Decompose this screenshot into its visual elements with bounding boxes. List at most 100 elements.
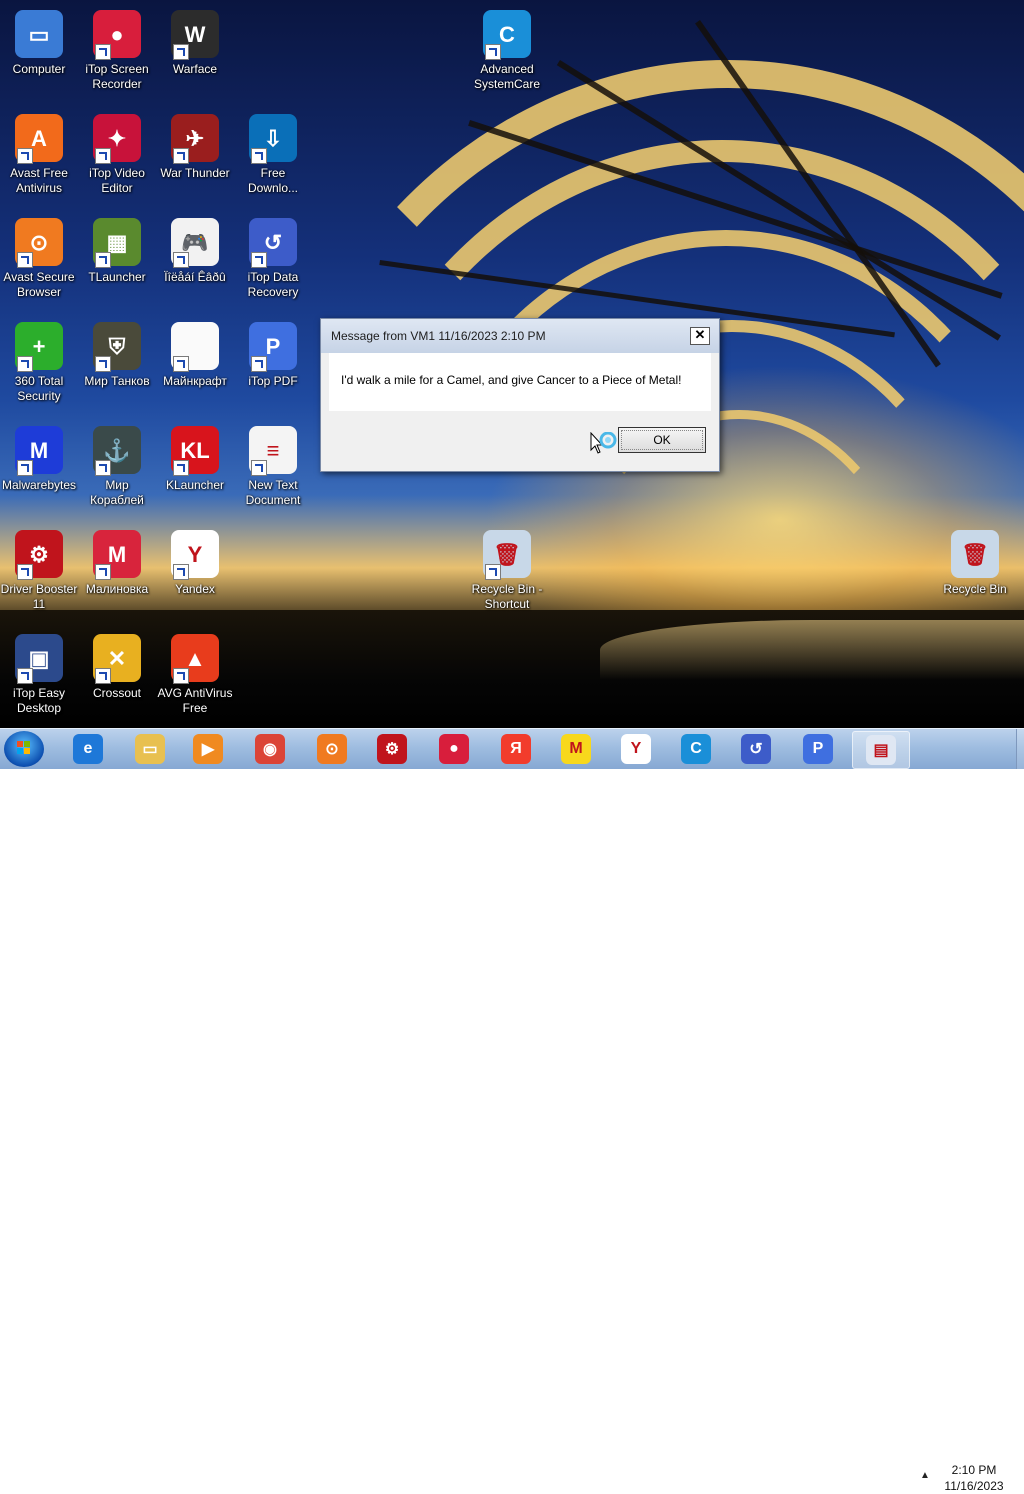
desktop-icon[interactable]: ● iTop Screen Recorder (78, 10, 156, 92)
desktop-icon-label: Computer (12, 62, 66, 76)
desktop-icon[interactable]: ▭ Computer (0, 10, 78, 77)
desktop-icon[interactable]: M Malwarebytes (0, 426, 78, 493)
busy-cursor-icon (590, 432, 617, 454)
internet-explorer-icon: e (73, 734, 103, 764)
shortcut-arrow-icon (95, 564, 111, 580)
itop-screen-recorder-taskbar-icon: ● (439, 734, 469, 764)
itop-pdf-icon: P (249, 322, 297, 372)
start-button[interactable] (4, 731, 44, 767)
desktop-icon[interactable]: PiTop PDF (234, 322, 312, 389)
message-dialog: Message from VM1 11/16/2023 2:10 PM ✕ I'… (320, 318, 720, 472)
desktop-icon[interactable]: Y Yandex (156, 530, 234, 597)
desktop-icon-label: iTop Data Recovery (247, 270, 299, 299)
desktop-icon[interactable]: ↺ iTop Data Recovery (234, 218, 312, 300)
shortcut-arrow-icon (95, 252, 111, 268)
desktop-icon[interactable]: ✈ War Thunder (156, 114, 234, 181)
taskbar-button[interactable]: ▭ (128, 731, 172, 767)
desktop-icon[interactable]: W Warface (156, 10, 234, 77)
taskbar-button[interactable]: C (674, 731, 718, 767)
dialog-body: I'd walk a mile for a Camel, and give Ca… (329, 353, 711, 411)
show-desktop-button[interactable] (1016, 729, 1024, 769)
dialog-message: I'd walk a mile for a Camel, and give Ca… (341, 373, 682, 387)
desktop-icon[interactable]: ▣ iTop Easy Desktop (0, 634, 78, 716)
clock[interactable]: 2:10 PM 11/16/2023 (934, 1462, 1014, 1494)
shortcut-arrow-icon (95, 148, 111, 164)
taskbar-button[interactable]: ● (432, 731, 476, 767)
icon-glyph: 🗑 (961, 541, 989, 567)
360-total-security-icon: + (15, 322, 63, 372)
taskbar-button[interactable]: M (554, 731, 598, 767)
taskbar-button[interactable]: P (796, 731, 840, 767)
media-player-icon: ▶ (193, 734, 223, 764)
taskbar-button[interactable]: e (66, 731, 110, 767)
chrome-icon: ◉ (255, 734, 285, 764)
desktop-icon[interactable]: ▲ AVG AntiVirus Free (156, 634, 234, 716)
crossout-icon: ✕ (93, 634, 141, 684)
desktop-icon[interactable]: 🎮 Ïîëåáí Êâðû (156, 218, 234, 285)
taskbar-button[interactable]: ▤ (852, 731, 910, 769)
desktop-icon[interactable]: ⚓ Мир Кораблей (78, 426, 156, 508)
recycle-bin-icon: 🗑 (951, 530, 999, 578)
dialog-titlebar[interactable]: Message from VM1 11/16/2023 2:10 PM ✕ (321, 319, 719, 353)
shortcut-arrow-icon (17, 460, 33, 476)
mir-tankov-icon: ⛨ (93, 322, 141, 372)
mir-korabley-icon: ⚓ (93, 426, 141, 476)
shortcut-arrow-icon (251, 252, 267, 268)
avast-antivirus-icon: A (15, 114, 63, 164)
yandex-browser-icon: Я (501, 734, 531, 764)
desktop-icon[interactable]: 🗑 Recycle Bin - Shortcut (468, 530, 546, 612)
itop-screen-recorder-icon: ● (93, 10, 141, 60)
desktop-icon[interactable]: 🗑 Recycle Bin (936, 530, 1014, 597)
desktop-icon-label: Recycle Bin (943, 582, 1007, 596)
desktop-icon[interactable]: M Малиновка (78, 530, 156, 597)
desktop-icon-label: Advanced SystemCare (473, 62, 541, 91)
taskbar-button[interactable]: ⚙ (370, 731, 414, 767)
taskbar-button[interactable]: Y (614, 731, 658, 767)
shortcut-arrow-icon (173, 252, 189, 268)
desktop-icon[interactable]: +360 Total Security (0, 322, 78, 404)
shortcut-arrow-icon (95, 668, 111, 684)
shortcut-arrow-icon (173, 148, 189, 164)
desktop-icon[interactable]: A Avast Free Antivirus (0, 114, 78, 196)
desktop-icon[interactable]: ⊙ Avast Secure Browser (0, 218, 78, 300)
taskbar-button[interactable]: Я (494, 731, 538, 767)
tlauncher-icon: ▦ (93, 218, 141, 268)
taskbar-button[interactable]: ◉ (248, 731, 292, 767)
shortcut-arrow-icon (17, 356, 33, 372)
ok-button[interactable]: OK (618, 427, 706, 453)
taskbar-button[interactable]: ▶ (186, 731, 230, 767)
taskbar-button[interactable]: ⊙ (310, 731, 354, 767)
desktop-icon[interactable]: ⛨ Мир Танков (78, 322, 156, 389)
desktop-icon[interactable]: KL KLauncher (156, 426, 234, 493)
desktop-icon[interactable]: ⚙ Driver Booster 11 (0, 530, 78, 612)
shortcut-arrow-icon (17, 148, 33, 164)
desktop-icon-label: AVG AntiVirus Free (157, 686, 233, 715)
desktop-icon[interactable]: ▦ TLauncher (78, 218, 156, 285)
recycle-bin-shortcut-icon: 🗑 (483, 530, 531, 580)
itop-data-recovery-taskbar-icon: ↺ (741, 734, 771, 764)
shortcut-arrow-icon (173, 564, 189, 580)
shortcut-arrow-icon (17, 564, 33, 580)
close-icon[interactable]: ✕ (690, 327, 710, 345)
taskbar-button[interactable]: ↺ (734, 731, 778, 767)
itop-data-recovery-icon: ↺ (249, 218, 297, 268)
desktop-icon[interactable]: ⇩ Free Downlo... (234, 114, 312, 196)
desktop-icon[interactable]: C Advanced SystemCare (468, 10, 546, 92)
computer-icon: ▭ (15, 10, 63, 58)
desktop-icon-label: Crossout (92, 686, 142, 700)
yandex-taskbar-icon: Y (621, 734, 651, 764)
avast-browser-icon: ⊙ (15, 218, 63, 268)
dialog-title: Message from VM1 11/16/2023 2:10 PM (331, 329, 546, 343)
desktop-icon[interactable]: ✦ iTop Video Editor (78, 114, 156, 196)
show-hidden-icons-arrow[interactable]: ▲ (920, 1470, 930, 1481)
desktop-icon-label: Мир Танков (84, 374, 150, 388)
desktop-icon[interactable]: ✕ Crossout (78, 634, 156, 701)
shortcut-arrow-icon (17, 252, 33, 268)
desktop-icon[interactable]: ≡ New Text Document (234, 426, 312, 508)
clock-time: 2:10 PM (951, 1463, 997, 1477)
desktop-icon[interactable]: Майнкрафт (156, 322, 234, 389)
shortcut-arrow-icon (485, 44, 501, 60)
clock-date: 11/16/2023 (944, 1479, 1004, 1493)
desktop-icon-label: iTop Easy Desktop (12, 686, 66, 715)
klauncher-icon: KL (171, 426, 219, 476)
